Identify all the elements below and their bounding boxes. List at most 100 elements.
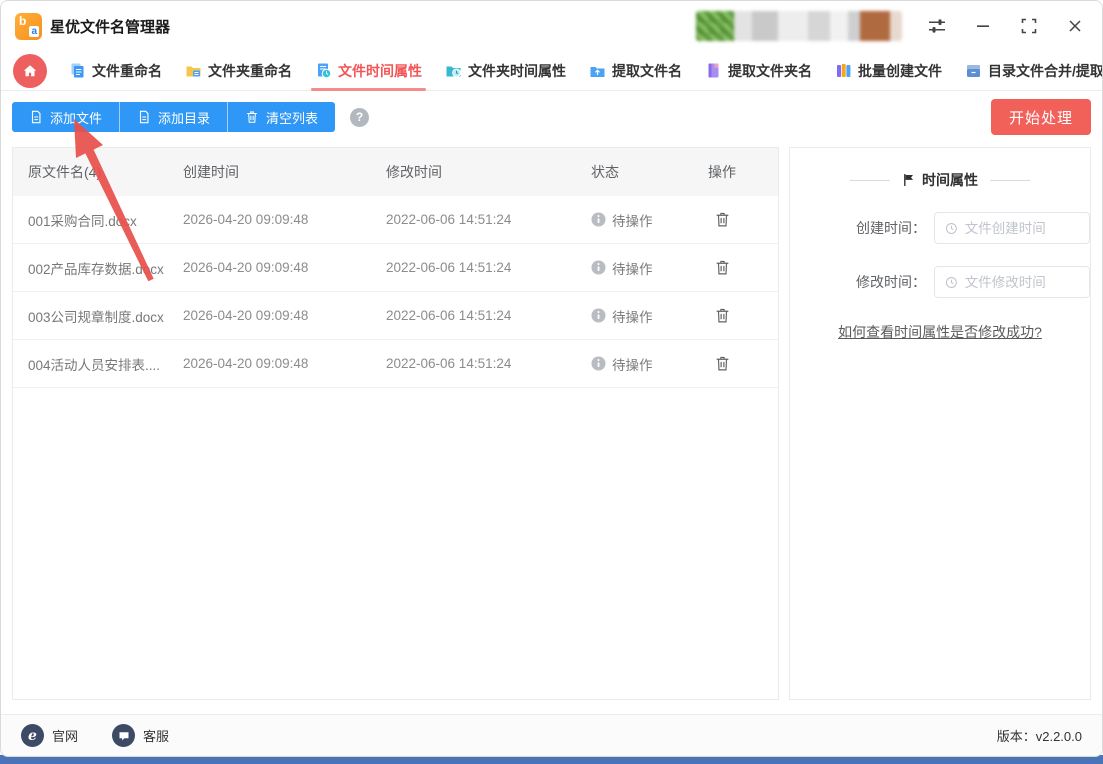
status-text: 待操作 [612,309,653,325]
tab-folder-rename[interactable]: 文件夹重命名 [185,51,292,91]
extract-foldername-icon [708,63,719,78]
website-label: 官网 [52,729,79,744]
app-logo-icon: b a [15,12,42,40]
support-label: 客服 [143,729,170,744]
tabbar: 文件重命名 文件夹重命名 文件时间属性 文件夹时间属性 提取文件名 提取文件夹名 [1,51,1102,91]
settings-sliders-icon[interactable] [926,15,948,37]
extract-filename-icon [590,67,605,77]
clock-icon [945,276,957,288]
tab-extract-foldername[interactable]: 提取文件夹名 [705,51,812,91]
toolbar: 添加文件 添加目录 清空列表 ? 开始处理 [1,91,1102,143]
panel-title: 时间属性 [922,172,978,188]
version-label: 版本：v2.2.0.0 [996,729,1082,744]
table-row: 004活动人员安排表.... 2026-04-20 09:09:48 2022-… [13,340,778,388]
modified-time-input[interactable] [964,274,1079,290]
info-icon [591,212,606,227]
trash-icon [716,356,729,371]
file-icon [31,110,41,124]
how-to-verify-link[interactable]: 如何查看时间属性是否修改成功? [790,322,1090,342]
created-time: 2026-04-20 09:09:48 [183,308,309,323]
website-icon: e [21,724,44,747]
status-cell: 待操作 [591,258,708,278]
modified-time: 2022-06-06 14:51:24 [386,356,512,371]
tab-file-time-attr[interactable]: 文件时间属性 [311,51,426,91]
status-cell: 待操作 [591,306,708,326]
app-window: b a 星优文件名管理器 文件重命名 文件夹重命名 文件时间属性 文件夹时间属性… [0,0,1103,757]
tab-folder-time-attr[interactable]: 文件夹时间属性 [445,51,566,91]
file-name: 004活动人员安排表.... [28,357,161,373]
created-time-input[interactable] [964,220,1079,236]
app-title: 星优文件名管理器 [50,18,171,36]
tab-file-rename[interactable]: 文件重命名 [69,51,162,91]
table-row: 001采购合同.docx 2026-04-20 09:09:48 2022-06… [13,196,778,244]
created-time-input-wrap [934,212,1090,244]
panel-header: 时间属性 [790,170,1090,190]
status-cell: 待操作 [591,210,708,230]
created-time: 2026-04-20 09:09:48 [183,356,309,371]
titlebar: b a 星优文件名管理器 [1,1,1102,51]
modified-time-label: 修改时间： [856,274,926,290]
official-website-link[interactable]: e 官网 [21,724,78,747]
home-button[interactable] [13,53,47,88]
customer-service-link[interactable]: 客服 [112,724,169,747]
modified-time: 2022-06-06 14:51:24 [386,308,512,323]
batch-create-icon [837,64,851,77]
status-text: 待操作 [612,261,653,277]
table-row: 002产品库存数据.docx 2026-04-20 09:09:48 2022-… [13,244,778,292]
folder-time-icon [446,66,461,78]
file-table: 原文件名(4) 创建时间 修改时间 状态 操作 001采购合同.docx 202… [12,147,779,700]
table-header: 原文件名(4) 创建时间 修改时间 状态 操作 [13,148,778,196]
file-rename-icon [71,63,84,78]
col-header-status: 状态 [591,164,619,180]
created-time: 2026-04-20 09:09:48 [183,212,309,227]
flag-icon [904,174,914,186]
folder-rename-icon [186,66,201,77]
info-icon [591,356,606,371]
file-name: 003公司规章制度.docx [28,309,164,325]
footer: e 官网 客服 版本：v2.2.0.0 [1,714,1102,756]
table-row: 003公司规章制度.docx 2026-04-20 09:09:48 2022-… [13,292,778,340]
modified-time-input-wrap [934,266,1090,298]
col-header-filename: 原文件名(4) [28,164,102,180]
minimize-button[interactable] [972,15,994,37]
user-account-redacted[interactable] [696,11,902,41]
created-time-field-row: 创建时间： [790,212,1090,244]
col-header-modified: 修改时间 [386,164,442,180]
tab-extract-filename[interactable]: 提取文件名 [589,51,682,91]
maximize-button[interactable] [1018,15,1040,37]
trash-icon [247,111,257,123]
delete-row-button[interactable] [712,305,733,326]
add-file-button[interactable]: 添加文件 [12,102,120,132]
logo-glyph-b: b [19,13,27,28]
delete-row-button[interactable] [712,209,733,230]
time-attr-panel: 时间属性 创建时间： 修改时间： 如何查看时间属性是否修改成功? [789,147,1091,700]
avatar [696,11,734,41]
info-icon [591,260,606,275]
trash-icon [716,308,729,323]
add-directory-button[interactable]: 添加目录 [119,102,228,132]
clear-list-button[interactable]: 清空列表 [227,102,336,132]
close-button[interactable] [1064,15,1086,37]
clock-icon [945,222,957,234]
modified-time-field-row: 修改时间： [790,266,1090,298]
tab-batch-create-files[interactable]: 批量创建文件 [835,51,942,91]
trash-icon [716,212,729,227]
delete-row-button[interactable] [712,353,733,374]
file-name: 002产品库存数据.docx [28,261,164,277]
file-icon [139,110,149,124]
trash-icon [716,260,729,275]
start-processing-button[interactable]: 开始处理 [991,99,1091,135]
tab-merge-extract[interactable]: 目录文件合并/提取 [965,51,1102,91]
delete-row-button[interactable] [712,257,733,278]
info-icon [591,308,606,323]
status-text: 待操作 [612,357,653,373]
logo-glyph-a: a [29,25,39,37]
status-text: 待操作 [612,213,653,229]
help-icon[interactable]: ? [350,107,370,127]
file-name: 001采购合同.docx [28,213,137,229]
merge-extract-icon [967,65,980,77]
created-time-label: 创建时间： [856,220,926,236]
main-content: 原文件名(4) 创建时间 修改时间 状态 操作 001采购合同.docx 202… [1,143,1102,714]
file-time-icon [318,63,332,79]
status-cell: 待操作 [591,354,708,374]
